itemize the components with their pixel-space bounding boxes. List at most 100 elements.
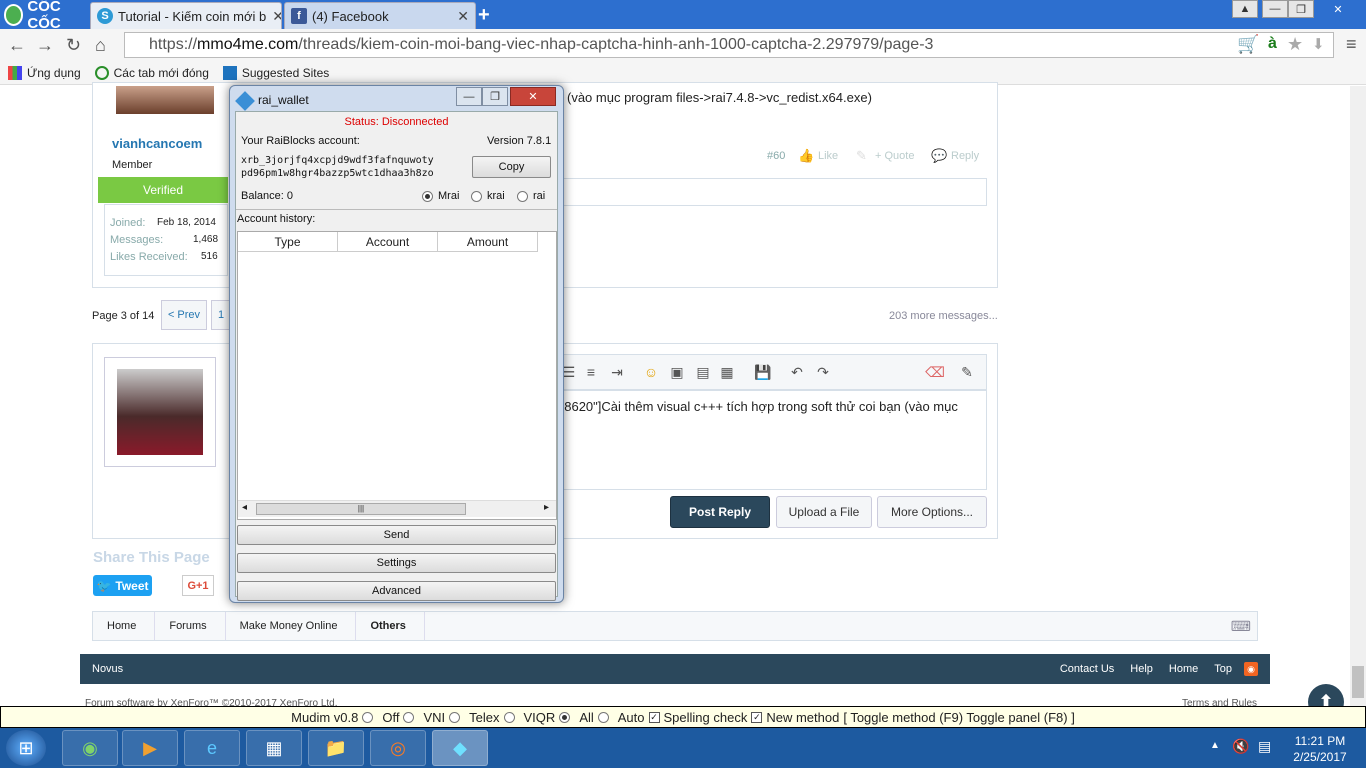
volume-muted-icon[interactable]: 🔇: [1232, 738, 1249, 755]
more-messages-link[interactable]: 203 more messages...: [889, 310, 998, 322]
coccoc-brand[interactable]: CỐC CỐC: [0, 0, 88, 32]
more-options-button[interactable]: More Options...: [877, 496, 987, 528]
new-method-checkbox[interactable]: ✓: [751, 711, 763, 723]
start-button-icon[interactable]: ⊞: [6, 730, 46, 766]
avatar[interactable]: [116, 86, 214, 114]
network-icon[interactable]: ▤: [1258, 738, 1271, 755]
history-table[interactable]: Type Account Amount ◂ ||| ▸: [237, 231, 557, 520]
account-address[interactable]: xrb_3jorjfq4xcpjd9wdf3fafnquwoty pd96pm1…: [241, 154, 434, 180]
advanced-button[interactable]: Advanced: [237, 581, 556, 601]
internet-explorer-icon[interactable]: e: [184, 730, 240, 766]
maximize-icon[interactable]: ❐: [482, 87, 508, 106]
forward-icon[interactable]: →: [36, 35, 54, 56]
firefox-icon[interactable]: ◎: [370, 730, 426, 766]
vni-radio[interactable]: [403, 711, 415, 723]
undo-icon[interactable]: ↶: [786, 361, 808, 383]
footer-help[interactable]: Help: [1130, 663, 1153, 675]
media-player-icon[interactable]: ▶: [122, 730, 178, 766]
unit-mrai-radio[interactable]: Mrai: [422, 190, 459, 202]
viqr-radio[interactable]: [503, 711, 515, 723]
style-chooser[interactable]: Novus: [92, 663, 123, 675]
code-icon[interactable]: ▦: [716, 361, 738, 383]
show-hidden-icons[interactable]: ▲: [1210, 740, 1220, 751]
column-amount[interactable]: Amount: [438, 232, 538, 252]
minimize-icon[interactable]: —: [1262, 0, 1288, 18]
file-explorer-icon[interactable]: 📁: [308, 730, 364, 766]
spelling-checkbox[interactable]: ✓: [648, 711, 660, 723]
user-icon[interactable]: ▲: [1232, 0, 1258, 18]
footer-contact[interactable]: Contact Us: [1060, 663, 1114, 675]
footer-top[interactable]: Top: [1214, 663, 1232, 675]
minimize-icon[interactable]: —: [456, 87, 482, 106]
unit-rai-radio[interactable]: rai: [517, 190, 545, 202]
bookmark-suggested[interactable]: Suggested Sites: [222, 65, 329, 80]
toggle-bbcode-icon[interactable]: ✎: [956, 361, 978, 383]
smilie-icon[interactable]: ☺: [640, 361, 662, 383]
tab-tutorial[interactable]: STutorial - Kiếm coin mới b✕: [90, 2, 282, 29]
send-button[interactable]: Send: [237, 525, 556, 545]
username-link[interactable]: vianhcancoem: [112, 136, 202, 151]
keyboard-icon[interactable]: ⌨: [1231, 618, 1251, 635]
page-scrollbar[interactable]: [1350, 86, 1366, 706]
post-number[interactable]: #60: [767, 150, 785, 162]
menu-icon[interactable]: ≡: [1346, 34, 1357, 55]
bookmark-star-icon[interactable]: ★: [1287, 34, 1303, 55]
like-icon[interactable]: 👍: [798, 148, 814, 164]
quote-link[interactable]: + Quote: [875, 150, 914, 162]
auto-radio[interactable]: [597, 711, 609, 723]
copy-button[interactable]: Copy: [472, 156, 551, 178]
home-icon[interactable]: ⌂: [95, 35, 106, 56]
dictionary-icon[interactable]: à: [1268, 35, 1277, 53]
column-type[interactable]: Type: [238, 232, 338, 252]
close-icon[interactable]: ✕: [510, 87, 556, 106]
scroll-right-icon[interactable]: ▸: [544, 502, 549, 513]
unit-krai-radio[interactable]: krai: [471, 190, 505, 202]
prev-page-button[interactable]: < Prev: [161, 300, 207, 330]
reply-link[interactable]: Reply: [951, 150, 979, 162]
redo-icon[interactable]: ↷: [812, 361, 834, 383]
like-link[interactable]: Like: [818, 150, 838, 162]
rss-icon[interactable]: ◉: [1244, 662, 1258, 676]
system-clock[interactable]: 11:21 PM 2/25/2017: [1280, 733, 1360, 765]
post-reply-button[interactable]: Post Reply: [670, 496, 770, 528]
indent-icon[interactable]: ⇥: [606, 361, 628, 383]
column-account[interactable]: Account: [338, 232, 438, 252]
breadcrumb-forums[interactable]: Forums: [155, 612, 226, 640]
footer-home[interactable]: Home: [1169, 663, 1198, 675]
upload-file-button[interactable]: Upload a File: [776, 496, 872, 528]
close-window-icon[interactable]: ✕: [1316, 0, 1360, 18]
scroll-left-icon[interactable]: ◂: [242, 502, 247, 513]
page-1-button[interactable]: 1: [211, 300, 231, 330]
image-icon[interactable]: ▣: [666, 361, 688, 383]
align-center-icon[interactable]: ≡: [580, 361, 602, 383]
telex-radio[interactable]: [449, 711, 461, 723]
reload-icon[interactable]: ↻: [66, 35, 81, 56]
download-icon[interactable]: ⬇: [1312, 35, 1325, 53]
save-draft-icon[interactable]: 💾: [752, 361, 774, 383]
new-tab-icon[interactable]: +: [478, 4, 490, 27]
reply-avatar[interactable]: [117, 369, 203, 455]
scrollbar-thumb[interactable]: |||: [256, 503, 466, 515]
breadcrumb-make-money[interactable]: Make Money Online: [226, 612, 357, 640]
close-tab-icon[interactable]: ✕: [451, 8, 469, 25]
off-radio[interactable]: [362, 711, 374, 723]
reply-icon[interactable]: 💬: [931, 148, 947, 164]
settings-button[interactable]: Settings: [237, 553, 556, 573]
bookmark-recent-tabs[interactable]: Các tab mới đóng: [94, 65, 209, 80]
back-icon[interactable]: ←: [8, 35, 26, 56]
calculator-icon[interactable]: ▦: [246, 730, 302, 766]
coccoc-taskbar-icon[interactable]: ◉: [62, 730, 118, 766]
maximize-icon[interactable]: ❐: [1288, 0, 1314, 18]
media-icon[interactable]: ▤: [692, 361, 714, 383]
quote-icon[interactable]: ✎: [856, 148, 867, 164]
bookmark-apps[interactable]: Ứng dụng: [8, 65, 81, 80]
close-tab-icon[interactable]: ✕: [266, 8, 281, 25]
url-bar[interactable]: https://mmo4me.com/threads/kiem-coin-moi…: [124, 32, 1334, 58]
message-editor[interactable]: 68620"]Cài thêm visual c+++ tích hợp tro…: [556, 390, 987, 490]
tweet-button[interactable]: 🐦 Tweet: [93, 575, 152, 596]
breadcrumb-others[interactable]: Others: [356, 612, 425, 640]
scrollbar-thumb[interactable]: [1352, 666, 1364, 698]
remove-format-icon[interactable]: ⌫: [924, 361, 946, 383]
horizontal-scrollbar[interactable]: ◂ ||| ▸: [238, 500, 556, 517]
all-radio[interactable]: [559, 711, 571, 723]
